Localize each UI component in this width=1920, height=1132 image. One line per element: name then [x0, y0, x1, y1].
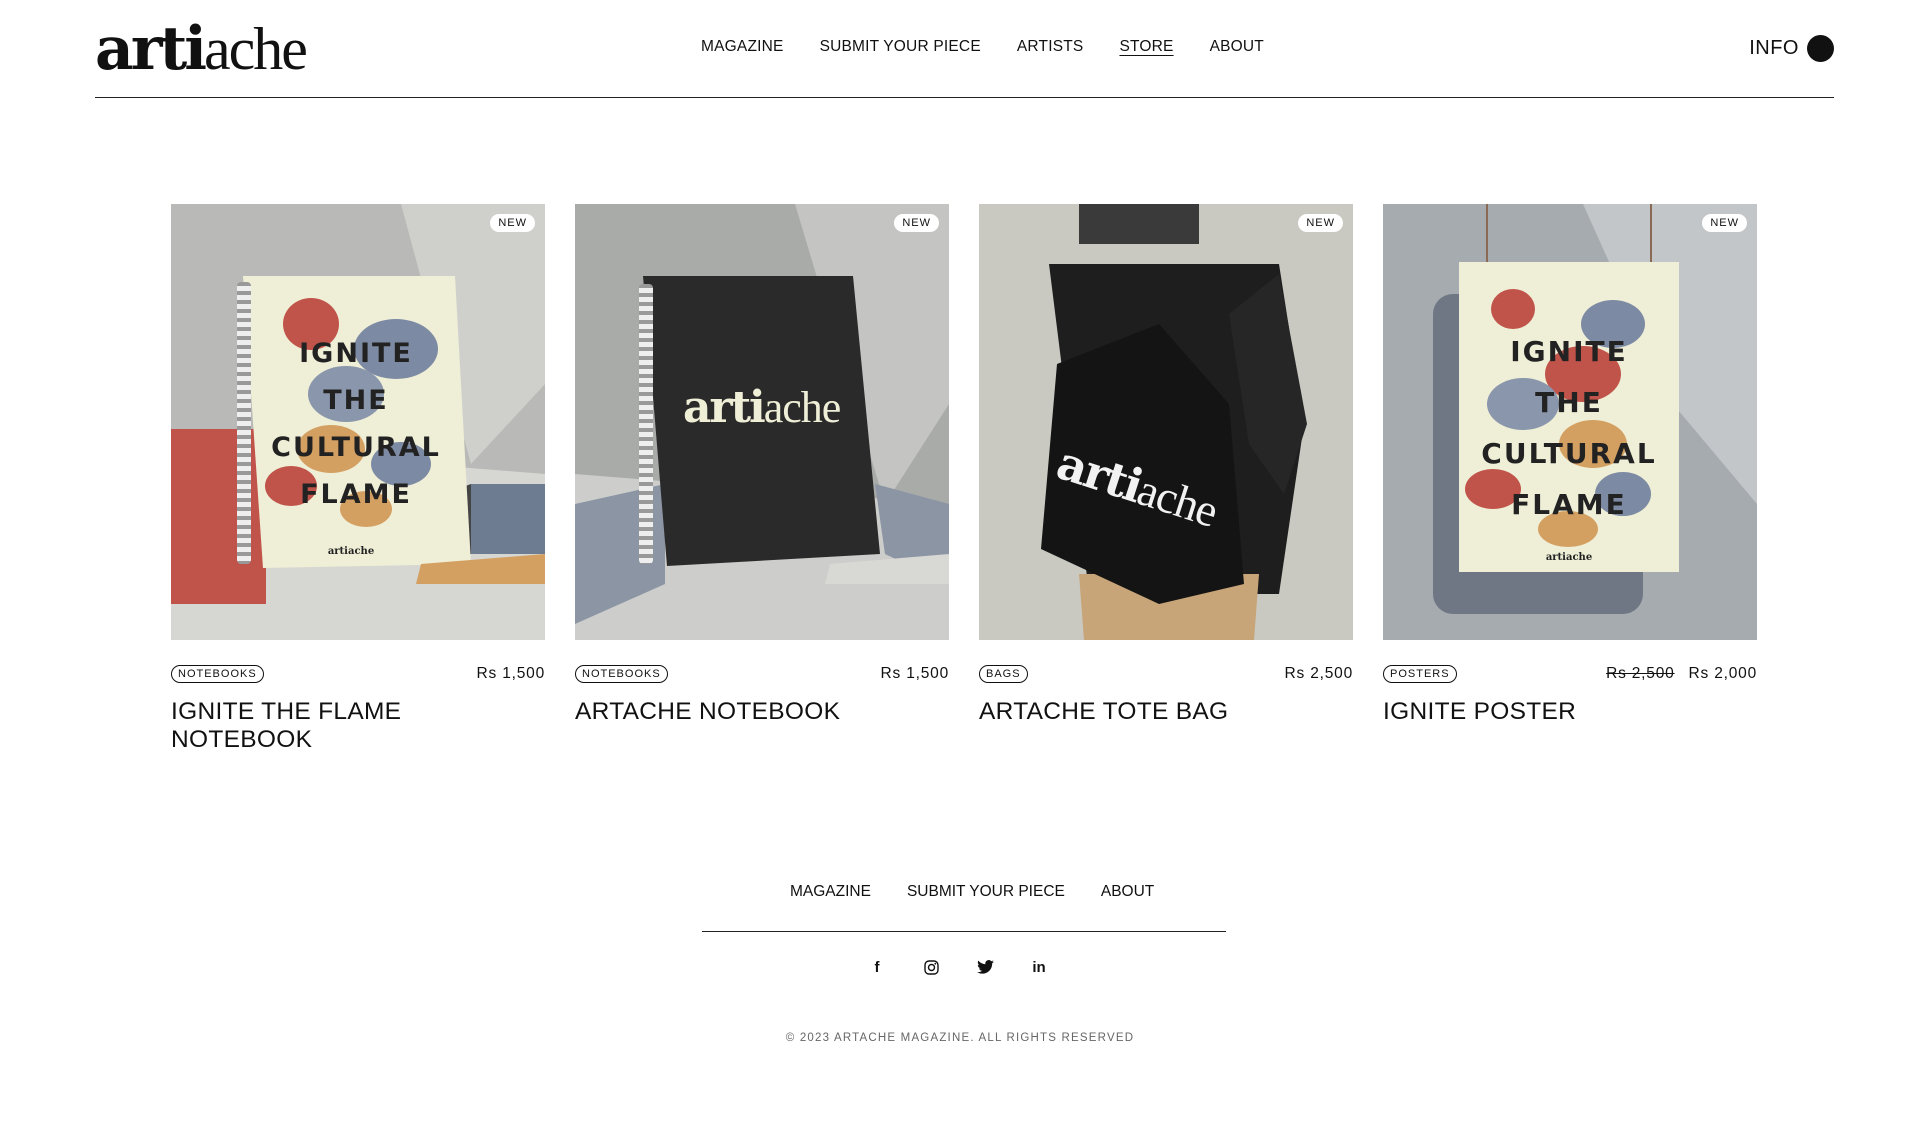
site-logo[interactable]: arti ache: [95, 14, 308, 84]
social-links: f in: [868, 958, 1048, 976]
product-meta: BAGS Rs 2,500: [979, 664, 1353, 684]
product-meta: NOTEBOOKS Rs 1,500: [171, 664, 545, 684]
nav-artists[interactable]: ARTISTS: [1017, 38, 1084, 56]
product-name[interactable]: IGNITE THE FLAME NOTEBOOK: [171, 698, 545, 754]
new-badge: NEW: [1702, 214, 1747, 232]
product-meta: POSTERS Rs 2,500 Rs 2,000: [1383, 664, 1757, 684]
nav-submit-your-piece[interactable]: SUBMIT YOUR PIECE: [820, 38, 981, 56]
tote-bag-scene-illustration: [1041, 204, 1307, 640]
cover-text: IGNITE THE CULTURAL FLAME: [1459, 326, 1679, 530]
product-price: Rs 1,500: [881, 665, 949, 683]
logo-light-part: ache: [204, 16, 308, 82]
main-nav: MAGAZINE SUBMIT YOUR PIECE ARTISTS STORE…: [701, 38, 1264, 56]
cover-text-line: IGNITE: [1510, 335, 1628, 368]
cover-text-line: FLAME: [1511, 488, 1627, 521]
current-price: Rs 2,500: [1284, 665, 1353, 682]
twitter-icon[interactable]: [976, 958, 994, 976]
footer-nav-about[interactable]: ABOUT: [1101, 883, 1154, 901]
product-name[interactable]: ARTACHE TOTE BAG: [979, 698, 1353, 726]
product-image[interactable]: artiache IGNITE THE CULTURAL FLAME NEW: [171, 204, 545, 640]
current-price: Rs 2,000: [1688, 665, 1757, 682]
cover-text: IGNITE THE CULTURAL FLAME: [241, 330, 471, 518]
linkedin-icon[interactable]: in: [1030, 958, 1048, 976]
spiral-binding: [639, 284, 653, 564]
cover-text-line: THE: [1535, 386, 1603, 419]
category-tag[interactable]: POSTERS: [1383, 665, 1457, 683]
instagram-icon[interactable]: [922, 958, 940, 976]
new-badge: NEW: [894, 214, 939, 232]
footer-nav-magazine[interactable]: MAGAZINE: [790, 883, 871, 901]
product-image[interactable]: artiache IGNITE THE CULTURAL FLAME NEW: [1383, 204, 1757, 640]
site-header: arti ache MAGAZINE SUBMIT YOUR PIECE ARTI…: [95, 0, 1834, 98]
category-tag[interactable]: NOTEBOOKS: [575, 665, 668, 683]
product-name[interactable]: IGNITE POSTER: [1383, 698, 1757, 726]
new-badge: NEW: [490, 214, 535, 232]
product-price: Rs 1,500: [477, 665, 545, 683]
nav-store[interactable]: STORE: [1119, 38, 1173, 56]
nav-about[interactable]: ABOUT: [1210, 38, 1264, 56]
copyright-text: © 2023 ARTACHE MAGAZINE. ALL RIGHTS RESE…: [785, 1032, 1135, 1044]
info-dot-icon: [1807, 35, 1834, 62]
cover-logo-light: ache: [763, 383, 842, 432]
footer-divider: [702, 931, 1226, 932]
product-image[interactable]: arti ache NEW: [979, 204, 1353, 640]
product-image[interactable]: arti ache NEW: [575, 204, 949, 640]
cover-text-line: FLAME: [300, 479, 412, 510]
info-toggle[interactable]: INFO: [1749, 35, 1834, 62]
cover-logo: arti ache: [683, 382, 842, 433]
cover-text-line: IGNITE: [299, 338, 413, 369]
product-card[interactable]: artiache IGNITE THE CULTURAL FLAME NEW N…: [171, 204, 545, 754]
product-name[interactable]: ARTACHE NOTEBOOK: [575, 698, 949, 726]
category-tag[interactable]: NOTEBOOKS: [171, 665, 264, 683]
svg-text:artiache: artiache: [328, 546, 374, 557]
footer-nav-submit-your-piece[interactable]: SUBMIT YOUR PIECE: [907, 883, 1065, 901]
product-price: Rs 2,500: [1285, 665, 1353, 683]
product-card[interactable]: artiache IGNITE THE CULTURAL FLAME NEW P…: [1383, 204, 1757, 754]
svg-text:artiache: artiache: [1546, 552, 1592, 563]
logo-bold-part: arti: [95, 14, 207, 84]
cover-text-line: THE: [323, 385, 389, 416]
nav-magazine[interactable]: MAGAZINE: [701, 38, 784, 56]
footer-nav: MAGAZINE SUBMIT YOUR PIECE ABOUT: [790, 883, 1154, 901]
category-tag[interactable]: BAGS: [979, 665, 1028, 683]
cover-text-line: CULTURAL: [1481, 437, 1657, 470]
product-card[interactable]: arti ache NEW NOTEBOOKS Rs 1,500 ARTACHE …: [575, 204, 949, 754]
original-price: Rs 2,500: [1606, 665, 1675, 682]
product-card[interactable]: arti ache NEW BAGS Rs 2,500 ARTACHE TOTE …: [979, 204, 1353, 754]
cover-logo-bold: arti: [683, 382, 766, 433]
current-price: Rs 1,500: [476, 665, 545, 682]
product-grid: artiache IGNITE THE CULTURAL FLAME NEW N…: [171, 204, 1757, 754]
facebook-icon[interactable]: f: [868, 958, 886, 976]
product-meta: NOTEBOOKS Rs 1,500: [575, 664, 949, 684]
info-label: INFO: [1749, 37, 1799, 59]
product-price: Rs 2,500 Rs 2,000: [1606, 665, 1757, 683]
current-price: Rs 1,500: [880, 665, 949, 682]
cover-text-line: CULTURAL: [271, 432, 441, 463]
new-badge: NEW: [1298, 214, 1343, 232]
